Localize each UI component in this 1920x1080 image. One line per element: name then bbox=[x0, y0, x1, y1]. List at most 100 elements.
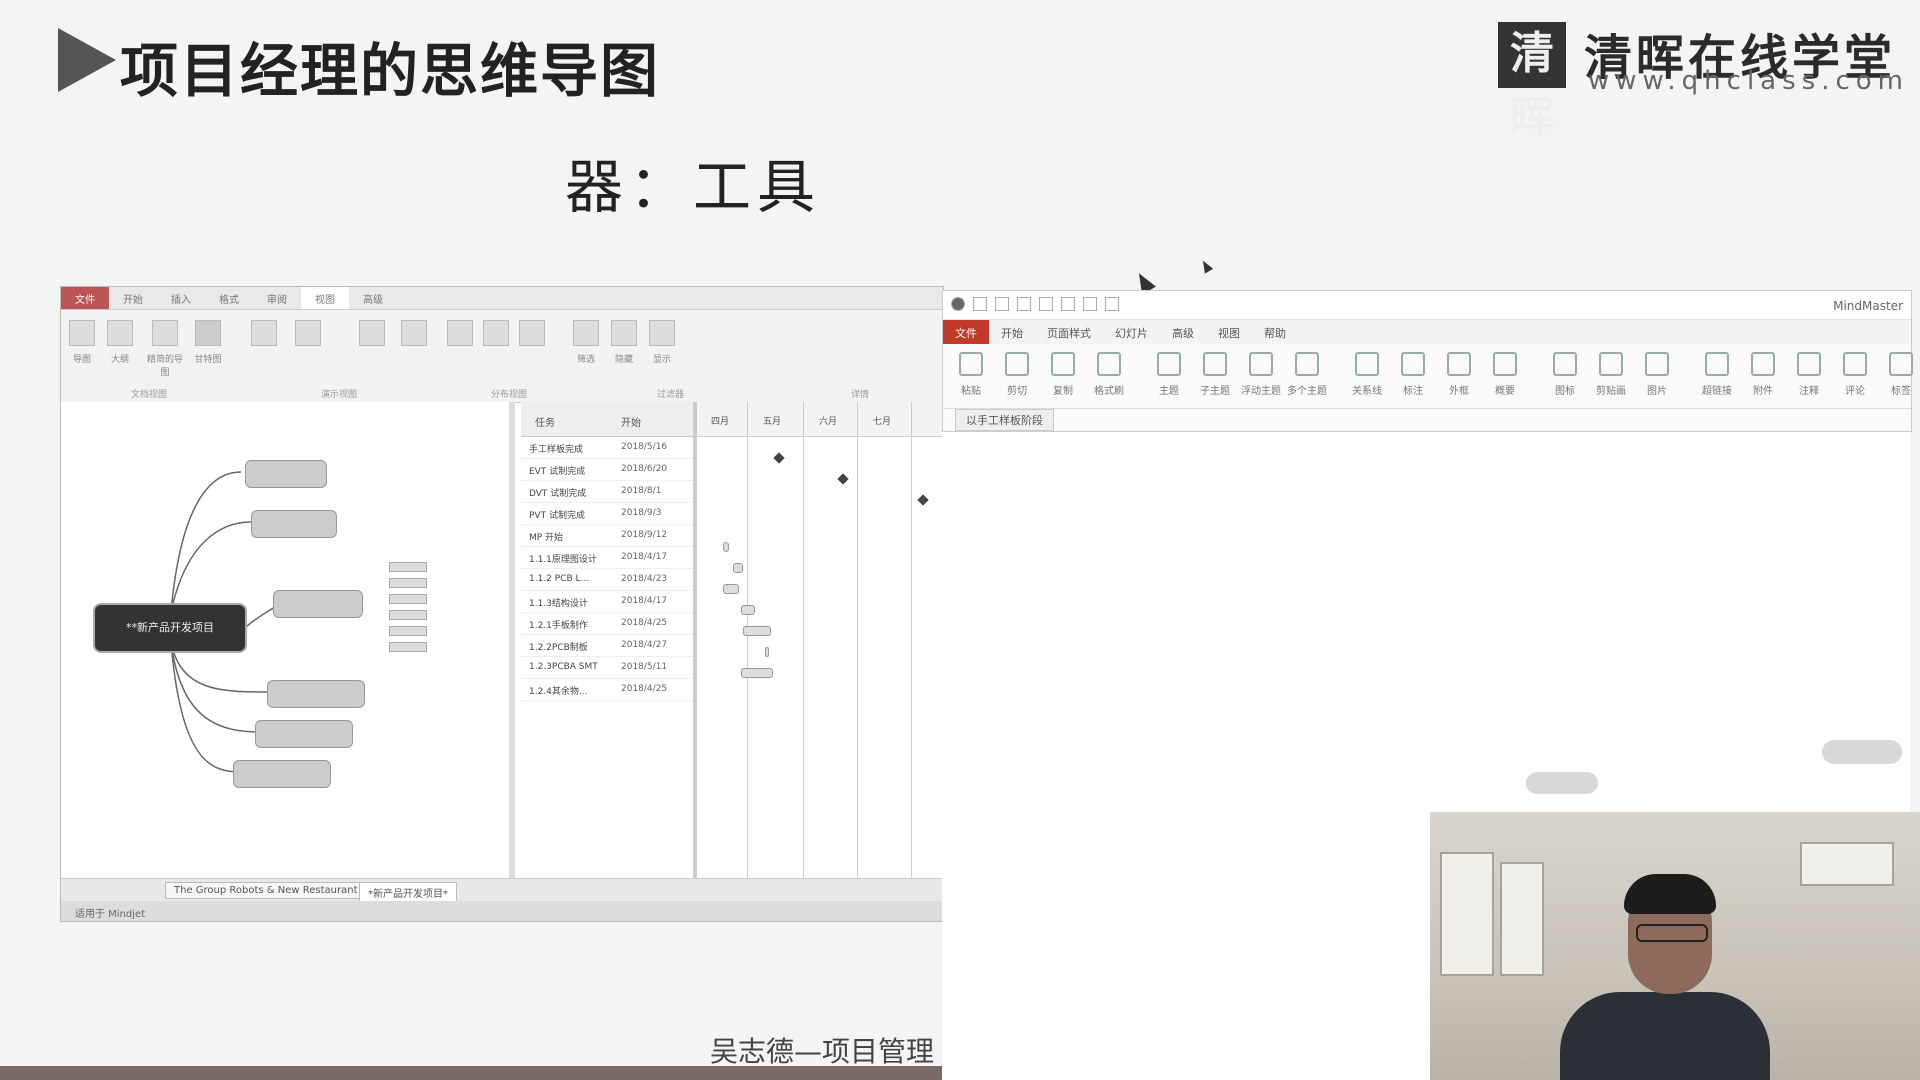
table-row[interactable]: 1.2.2PCB制板 2018/4/27 bbox=[521, 635, 693, 657]
ribbon-cut-button[interactable]: 剪切 bbox=[997, 352, 1037, 397]
map-topic-6[interactable] bbox=[233, 760, 331, 788]
ribbon-tag-button[interactable]: 标签 bbox=[1881, 352, 1920, 397]
open-icon[interactable] bbox=[1039, 297, 1053, 311]
map-topic-1[interactable] bbox=[245, 460, 327, 488]
menu-review[interactable]: 审阅 bbox=[253, 287, 301, 309]
canvas-topic-partial[interactable] bbox=[1822, 740, 1902, 764]
table-row[interactable]: 1.2.3PCBA SMT 2018/5/11 bbox=[521, 657, 693, 679]
ms-menu-page-style[interactable]: 页面样式 bbox=[1035, 320, 1103, 344]
map-subtopic[interactable] bbox=[389, 594, 427, 604]
ribbon-paste-button[interactable]: 粘贴 bbox=[951, 352, 991, 397]
ribbon-hyperlink-button[interactable]: 超链接 bbox=[1697, 352, 1737, 397]
ms-menu-advanced[interactable]: 高级 bbox=[1160, 320, 1206, 344]
ribbon-comment-button[interactable]: 评论 bbox=[1835, 352, 1875, 397]
new-icon[interactable] bbox=[1017, 297, 1031, 311]
ribbon-copy-button[interactable]: 复制 bbox=[1043, 352, 1083, 397]
gantt-task-table: 任务 开始 手工样板完成 2018/5/16 EVT 试制完成 2018/6/20 DV… bbox=[521, 402, 697, 879]
ribbon-button-10[interactable] bbox=[481, 320, 511, 352]
ribbon-clipart-button[interactable]: 剪贴画 bbox=[1591, 352, 1631, 397]
ribbon-button-5[interactable] bbox=[249, 320, 279, 352]
ribbon-outline-button[interactable]: 大纲 bbox=[105, 320, 135, 365]
central-topic[interactable]: **新产品开发项目 bbox=[95, 605, 245, 651]
table-row[interactable]: 1.1.1原理图设计 2018/4/17 bbox=[521, 547, 693, 569]
gantt-bar[interactable] bbox=[743, 626, 771, 636]
ribbon-button-11[interactable] bbox=[517, 320, 547, 352]
menu-home[interactable]: 开始 bbox=[109, 287, 157, 309]
task-name: 1.1.1原理图设计 bbox=[529, 555, 597, 565]
gantt-bar[interactable] bbox=[723, 542, 729, 552]
ms-menu-file[interactable]: 文件 bbox=[943, 320, 989, 344]
ribbon-gantt-button[interactable]: 甘特图 bbox=[193, 320, 223, 365]
doc-tab-1[interactable]: The Group Robots & New Restaurant bbox=[165, 882, 367, 899]
app-icon[interactable] bbox=[951, 297, 965, 311]
ribbon-label: 关系线 bbox=[1352, 386, 1382, 397]
ribbon-format-painter-button[interactable]: 格式刷 bbox=[1089, 352, 1129, 397]
ribbon-relationship-button[interactable]: 关系线 bbox=[1347, 352, 1387, 397]
ribbon-show-button[interactable]: 显示 bbox=[647, 320, 677, 365]
menu-view[interactable]: 视图 bbox=[301, 287, 349, 309]
ribbon-attachment-button[interactable]: 附件 bbox=[1743, 352, 1783, 397]
map-topic-3[interactable] bbox=[273, 590, 363, 618]
milestone-1[interactable] bbox=[773, 452, 785, 464]
map-subtopic[interactable] bbox=[389, 578, 427, 588]
ms-menu-home[interactable]: 开始 bbox=[989, 320, 1035, 344]
ribbon-filter-button[interactable]: 筛选 bbox=[571, 320, 601, 365]
print-icon[interactable] bbox=[1083, 297, 1097, 311]
table-row[interactable]: EVT 试制完成 2018/6/20 bbox=[521, 459, 693, 481]
menu-insert[interactable]: 插入 bbox=[157, 287, 205, 309]
menu-format[interactable]: 格式 bbox=[205, 287, 253, 309]
table-row[interactable]: 1.2.4其余物... 2018/4/25 bbox=[521, 679, 693, 701]
ribbon-boundary-button[interactable]: 外框 bbox=[1439, 352, 1479, 397]
map-topic-5[interactable] bbox=[255, 720, 353, 748]
ribbon-callout-button[interactable]: 标注 bbox=[1393, 352, 1433, 397]
canvas-topic-partial[interactable] bbox=[1526, 772, 1598, 794]
save-icon[interactable] bbox=[1061, 297, 1075, 311]
ribbon-summary-button[interactable]: 概要 bbox=[1485, 352, 1525, 397]
undo-icon[interactable] bbox=[973, 297, 987, 311]
table-row[interactable]: 1.1.3结构设计 2018/4/17 bbox=[521, 591, 693, 613]
map-subtopic[interactable] bbox=[389, 642, 427, 652]
ribbon-topic-button[interactable]: 主题 bbox=[1149, 352, 1189, 397]
ribbon-button-8[interactable] bbox=[399, 320, 429, 352]
ribbon-icon-button[interactable]: 图标 bbox=[1545, 352, 1585, 397]
ms-menu-help[interactable]: 帮助 bbox=[1252, 320, 1298, 344]
mindmaster-doc-tab[interactable]: 以手工样板阶段 bbox=[955, 409, 1054, 431]
milestone-2[interactable] bbox=[837, 473, 849, 485]
ribbon-button-9[interactable] bbox=[445, 320, 475, 352]
gantt-bar[interactable] bbox=[765, 647, 769, 657]
ribbon-button-6[interactable] bbox=[293, 320, 323, 352]
map-topic-2[interactable] bbox=[251, 510, 337, 538]
ribbon-floating-topic-button[interactable]: 浮动主题 bbox=[1241, 352, 1281, 397]
table-row[interactable]: 1.2.1手板制作 2018/4/25 bbox=[521, 613, 693, 635]
ms-menu-slides[interactable]: 幻灯片 bbox=[1103, 320, 1160, 344]
doc-tab-2[interactable]: *新产品开发项目* bbox=[359, 882, 457, 903]
table-row[interactable]: MP 开始 2018/9/12 bbox=[521, 525, 693, 547]
ribbon-compact-map-button[interactable]: 精简的导图 bbox=[143, 320, 187, 378]
table-row[interactable]: PVT 试制完成 2018/9/3 bbox=[521, 503, 693, 525]
map-topic-4[interactable] bbox=[267, 680, 365, 708]
menu-file[interactable]: 文件 bbox=[61, 287, 109, 309]
map-canvas[interactable]: **新产品开发项目 bbox=[61, 402, 515, 879]
table-row[interactable]: 1.1.2 PCB L... 2018/4/23 bbox=[521, 569, 693, 591]
ribbon-multiple-topics-button[interactable]: 多个主题 bbox=[1287, 352, 1327, 397]
gantt-bar[interactable] bbox=[741, 668, 773, 678]
milestone-3[interactable] bbox=[917, 494, 929, 506]
map-subtopic[interactable] bbox=[389, 610, 427, 620]
ribbon-subtopic-button[interactable]: 子主题 bbox=[1195, 352, 1235, 397]
redo-icon[interactable] bbox=[995, 297, 1009, 311]
ms-menu-view[interactable]: 视图 bbox=[1206, 320, 1252, 344]
gantt-bar[interactable] bbox=[733, 563, 743, 573]
menu-advanced[interactable]: 高级 bbox=[349, 287, 397, 309]
table-row[interactable]: DVT 试制完成 2018/8/1 bbox=[521, 481, 693, 503]
gantt-bar[interactable] bbox=[741, 605, 755, 615]
ribbon-note-button[interactable]: 注释 bbox=[1789, 352, 1829, 397]
map-subtopic[interactable] bbox=[389, 626, 427, 636]
gantt-bar[interactable] bbox=[723, 584, 739, 594]
ribbon-hide-button[interactable]: 隐藏 bbox=[609, 320, 639, 365]
table-row[interactable]: 手工样板完成 2018/5/16 bbox=[521, 437, 693, 459]
ribbon-button-7[interactable] bbox=[357, 320, 387, 352]
map-subtopic[interactable] bbox=[389, 562, 427, 572]
export-icon[interactable] bbox=[1105, 297, 1119, 311]
ribbon-picture-button[interactable]: 图片 bbox=[1637, 352, 1677, 397]
ribbon-map-button[interactable]: 导图 bbox=[67, 320, 97, 365]
